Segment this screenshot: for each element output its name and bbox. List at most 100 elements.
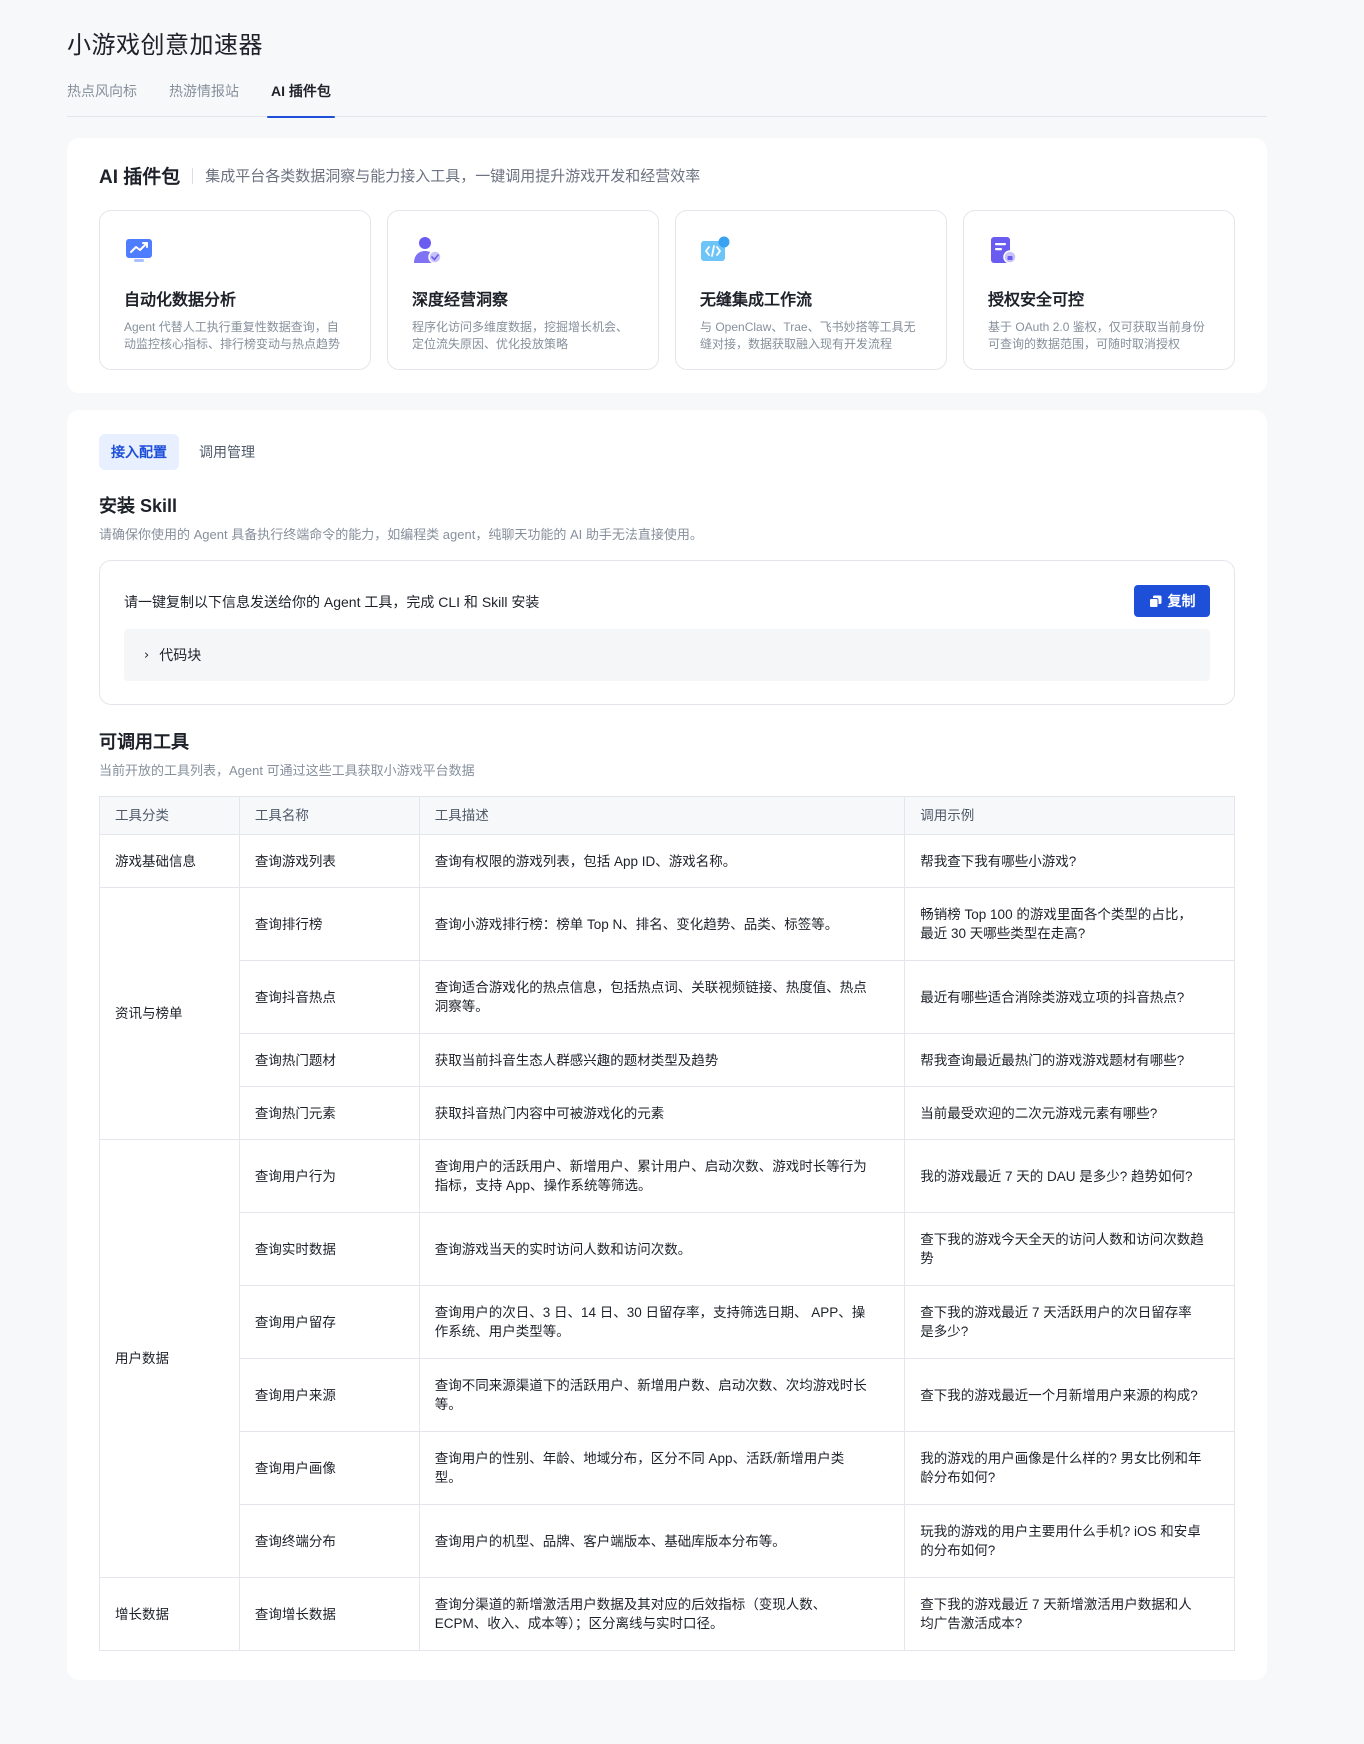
install-box: 请一键复制以下信息发送给你的 Agent 工具，完成 CLI 和 Skill 安… [99,560,1235,705]
column-header: 工具描述 [418,796,906,835]
feature-desc-line: 定位流失原因、优化投放策略 [412,337,569,351]
tools-table: 工具分类 工具名称 工具描述 调用示例 游戏基础信息 查询游戏列表 查询有权限的… [99,796,1235,1651]
feature-desc-line: 缝对接，数据获取融入现有开发流程 [700,337,893,351]
feature-card: 授权安全可控 基于 OAuth 2.0 鉴权，仅可获取当前身份 可查询的数据范围… [963,210,1235,370]
tool-name-cell: 查询用户画像 [238,1431,420,1505]
auth-document-icon [991,237,1017,264]
tool-example-cell: 玩我的游戏的用户主要用什么手机? iOS 和安卓 的分布如何? [904,1504,1235,1578]
tool-desc-cell: 查询适合游戏化的热点信息，包括热点词、关联视频链接、热度值、热点 洞察等。 [418,960,906,1034]
tool-name-cell: 查询抖音热点 [238,960,420,1034]
desc-line: 作系统、用户类型等。 [434,1324,570,1339]
tab-hot-trends[interactable]: 热点风向标 [67,72,137,117]
tool-desc-cell: 查询小游戏排行榜：榜单 Top N、排名、变化趋势、品类、标签等。 [418,887,906,961]
feature-desc-line: 基于 OAuth 2.0 鉴权，仅可获取当前身份 [988,320,1205,334]
table-row: 增长数据 查询增长数据 查询分渠道的新增激活用户数据及其对应的后效指标（变现人数… [99,1577,1235,1651]
tool-example-cell: 查下我的游戏最近 7 天活跃用户的次日留存率 是多少? [904,1285,1235,1359]
desc-line: 查询不同来源渠道下的活跃用户、新增用户数、启动次数、次均游戏时长 [434,1378,867,1393]
code-integration-icon [701,236,730,261]
table-row: 查询终端分布 查询用户的机型、品牌、客户端版本、基础库版本分布等。 玩我的游戏的… [100,1504,1235,1578]
desc-line: 查询用户的性别、年龄、地域分布，区分不同 App、活跃/新增用户类 [434,1451,845,1466]
tool-example-cell: 当前最受欢迎的二次元游戏元素有哪些? [904,1086,1235,1140]
tool-example-cell: 查下我的游戏最近一个月新增用户来源的构成? [904,1358,1235,1432]
table-row: 查询热门题材 获取当前抖音生态人群感兴趣的题材类型及趋势 帮我查询最近最热门的游… [100,1033,1235,1087]
copy-button-label: 复制 [1167,593,1196,609]
title-divider [192,167,194,184]
example-line: 玩我的游戏的用户主要用什么手机? iOS 和安卓 [920,1524,1201,1539]
install-instruction: 请一键复制以下信息发送给你的 Agent 工具，完成 CLI 和 Skill 安… [124,594,540,610]
desc-line: 查询用户的活跃用户、新增用户、累计用户、启动次数、游戏时长等行为 [434,1159,867,1174]
table-row: 查询抖音热点 查询适合游戏化的热点信息，包括热点词、关联视频链接、热度值、热点洞… [100,960,1235,1034]
feature-desc-line: 动监控核心指标、排行榜变动与热点趋势 [124,337,341,351]
column-header: 工具名称 [238,796,420,835]
desc-line: 洞察等。 [434,999,489,1014]
app-title: 小游戏创意加速器 [67,32,263,59]
tool-desc-cell: 查询分渠道的新增激活用户数据及其对应的后效指标（变现人数、 ECPM、收入、成本等… [418,1577,906,1651]
chevron-right-icon: › [144,647,150,663]
config-card: 接入配置 调用管理 安装 Skill 请确保你使用的 Agent 具备执行终端命… [67,410,1267,1680]
tool-example-cell: 查下我的游戏今天全天的访问人数和访问次数趋势 [904,1212,1235,1286]
feature-card: 无缝集成工作流 与 OpenClaw、Trae、飞书妙搭等工具无 缝对接，数据获… [675,210,947,370]
tool-name-cell: 查询用户来源 [238,1358,420,1432]
desc-line: 型。 [434,1470,462,1485]
tool-example-cell: 帮我查询最近最热门的游戏游戏题材有哪些? [904,1033,1235,1087]
example-line: 的分布如何? [920,1543,996,1558]
intro-description: 集成平台各类数据洞察与能力接入工具，一键调用提升游戏开发和经营效率 [205,168,701,185]
table-row: 查询实时数据 查询游戏当天的实时访问人数和访问次数。 查下我的游戏今天全天的访问… [100,1212,1235,1286]
intro-title: AI 插件包 [99,167,181,188]
tool-name-cell: 查询用户留存 [238,1285,420,1359]
tool-name-cell: 查询热门题材 [238,1033,420,1087]
feature-desc-line: 与 OpenClaw、Trae、飞书妙搭等工具无 [700,320,916,334]
column-header: 调用示例 [904,796,1235,835]
tool-name-cell: 查询实时数据 [238,1212,420,1286]
tab-hot-games-intel[interactable]: 热游情报站 [169,72,239,117]
copy-button[interactable]: 复制 [1134,585,1210,617]
example-line: 均广告激活成本? [920,1616,1023,1631]
table-row: 查询用户留存 查询用户的次日、3 日、14 日、30 日留存率，支持筛选日期、 … [100,1285,1235,1359]
tool-desc-cell: 获取当前抖音生态人群感兴趣的题材类型及趋势 [418,1033,906,1087]
copy-icon [1148,595,1161,608]
page: 小游戏创意加速器 热点风向标 热游情报站 AI 插件包 AI 插件包 集成平台各… [0,0,1364,1744]
tools-description: 当前开放的工具列表，Agent 可通过这些工具获取小游戏平台数据 [99,763,475,778]
table-row: 查询用户来源 查询不同来源渠道下的活跃用户、新增用户数、启动次数、次均游戏时长等… [100,1358,1235,1432]
user-insight-icon [414,237,442,264]
top-tab-bar: 热点风向标 热游情报站 AI 插件包 [67,72,1267,118]
code-block-toggle[interactable]: › 代码块 [124,629,1210,681]
category-cell: 增长数据 [99,1577,240,1651]
table-header-row: 工具分类 工具名称 工具描述 调用示例 [99,796,1235,835]
desc-line: 查询适合游戏化的热点信息，包括热点词、关联视频链接、热度值、热点 [434,980,867,995]
tool-desc-cell: 查询用户的性别、年龄、地域分布，区分不同 App、活跃/新增用户类 型。 [418,1431,906,1505]
table-row: 查询用户画像 查询用户的性别、年龄、地域分布，区分不同 App、活跃/新增用户类… [100,1431,1235,1505]
desc-line: ECPM、收入、成本等）；区分离线与实时口径。 [434,1616,724,1631]
feature-desc-line: 可查询的数据范围，可随时取消授权 [988,337,1181,351]
tab-ai-plugin-pack[interactable]: AI 插件包 [267,72,335,118]
desc-line: 查询用户的次日、3 日、14 日、30 日留存率，支持筛选日期、 APP、操 [434,1305,866,1320]
category-cell: 资讯与榜单 [99,887,240,1140]
tool-example-cell: 我的游戏的用户画像是什么样的? 男女比例和年 龄分布如何? [904,1431,1235,1505]
table-row: 查询热门元素 获取抖音热门内容中可被游戏化的元素 当前最受欢迎的二次元游戏元素有… [100,1086,1235,1140]
feature-card: 深度经营洞察 程序化访问多维度数据，挖掘增长机会、 定位流失原因、优化投放策略 [387,210,659,370]
example-line: 查下我的游戏最近 7 天活跃用户的次日留存率 [920,1305,1192,1320]
feature-card: 自动化数据分析 Agent 代替人工执行重复性数据查询，自 动监控核心指标、排行… [99,210,371,370]
feature-title: 无缝集成工作流 [700,292,813,309]
example-line: 势 [920,1251,934,1266]
tab-call-management[interactable]: 调用管理 [187,434,267,470]
tool-example-cell: 畅销榜 Top 100 的游戏里面各个类型的占比， 最近 30 天哪些类型在走高? [904,887,1235,961]
install-skill-description: 请确保你使用的 Agent 具备执行终端命令的能力，如编程类 agent，纯聊天… [99,527,703,542]
example-line: 畅销榜 Top 100 的游戏里面各个类型的占比， [920,907,1192,922]
install-skill-title: 安装 Skill [99,496,178,516]
feature-title: 自动化数据分析 [124,292,237,309]
tool-desc-cell: 查询用户的机型、品牌、客户端版本、基础库版本分布等。 [418,1504,906,1578]
example-line: 是多少? [920,1324,969,1339]
tool-name-cell: 查询终端分布 [238,1504,420,1578]
feature-desc-line: 程序化访问多维度数据，挖掘增长机会、 [412,320,629,334]
feature-list: 自动化数据分析 Agent 代替人工执行重复性数据查询，自 动监控核心指标、排行… [99,210,1235,370]
tab-access-config[interactable]: 接入配置 [99,434,179,470]
tool-desc-cell: 查询有权限的游戏列表，包括 App ID、游戏名称。 [418,834,906,888]
tool-example-cell: 帮我查下我有哪些小游戏? [904,834,1235,888]
example-line: 查下我的游戏今天全天的访问人数和访问次数趋 [920,1232,1204,1247]
tool-name-cell: 查询游戏列表 [238,834,420,888]
tool-name-cell: 查询用户行为 [238,1139,420,1213]
column-header: 工具分类 [99,796,240,835]
tool-name-cell: 查询排行榜 [238,887,420,961]
tool-example-cell: 我的游戏最近 7 天的 DAU 是多少? 趋势如何? [904,1139,1235,1213]
